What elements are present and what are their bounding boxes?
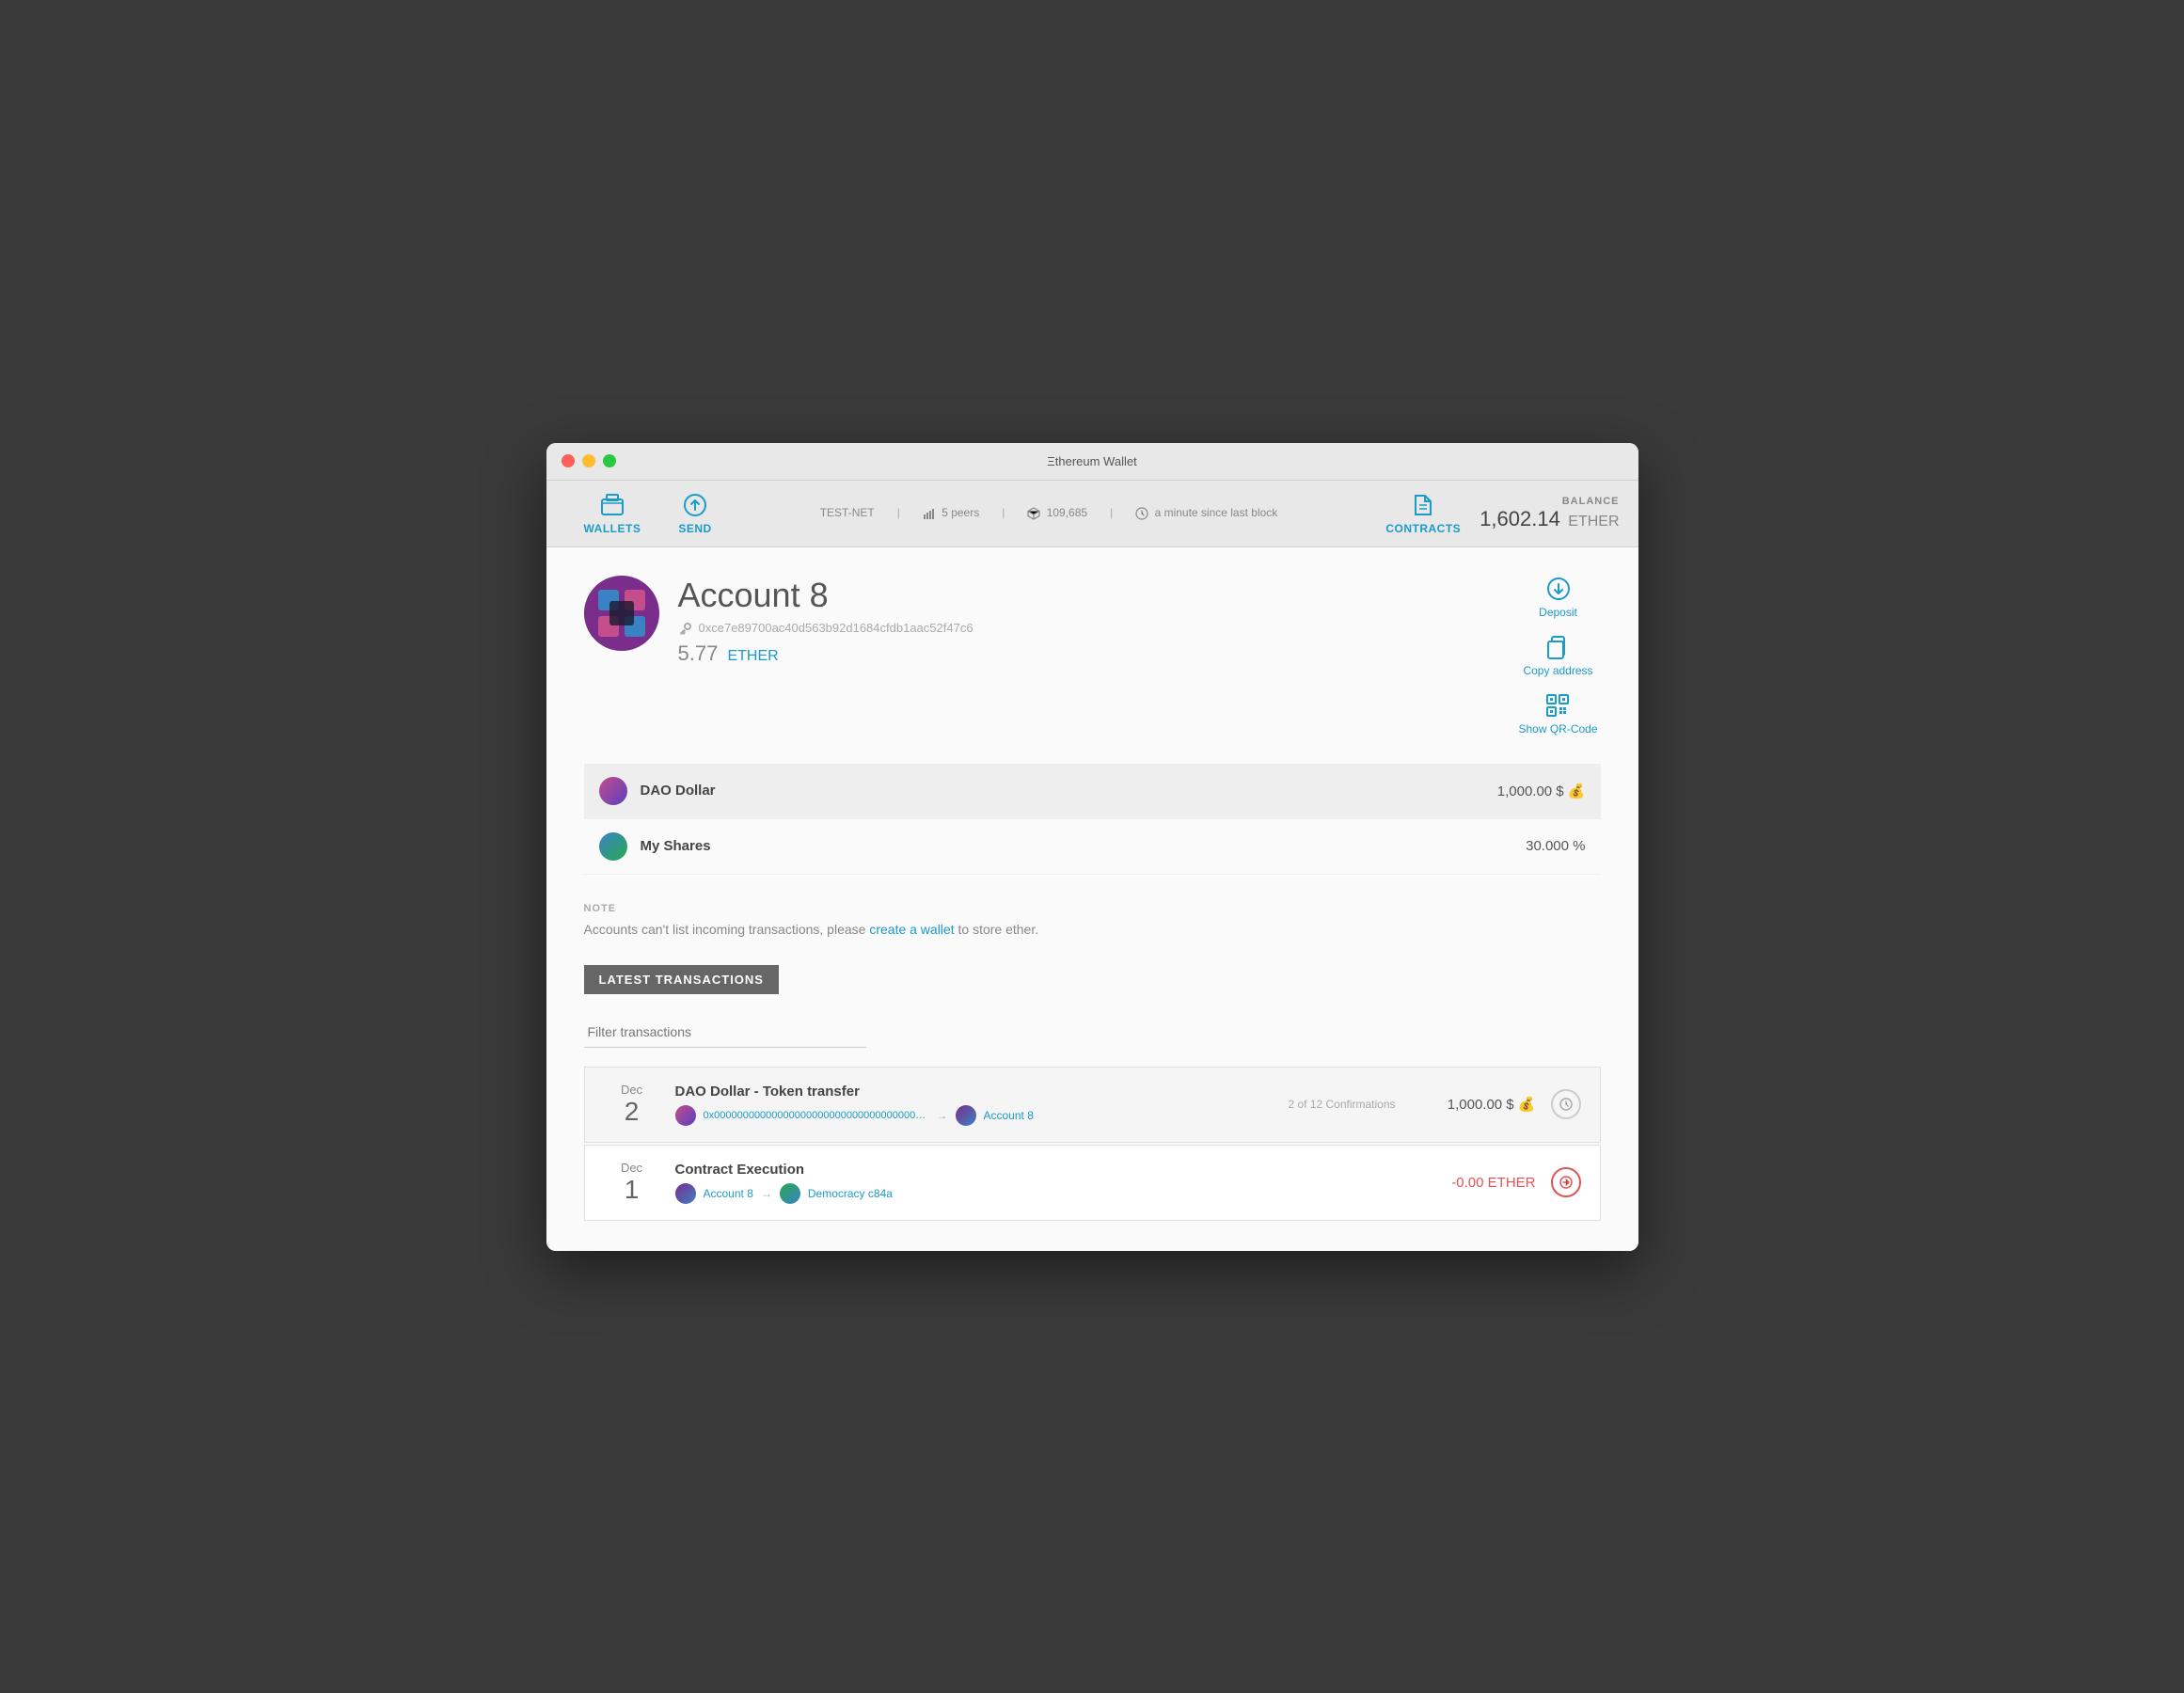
tx-amount-2: -0.00 ETHER: [1423, 1175, 1536, 1191]
create-wallet-link[interactable]: create a wallet: [869, 922, 954, 937]
transaction-row-1: Dec 2 DAO Dollar - Token transfer 0x0000…: [584, 1067, 1601, 1143]
deposit-icon: [1545, 576, 1572, 602]
account-name: Account 8: [678, 576, 1497, 615]
token-row-dao[interactable]: DAO Dollar 1,000.00 $ 💰: [584, 764, 1601, 819]
account-info: Account 8 0xce7e89700ac40d563b92d1684cfd…: [678, 576, 1497, 666]
minimize-button[interactable]: [582, 454, 595, 467]
blocks-icon: [1027, 507, 1040, 520]
peers-count: 5 peers: [923, 506, 979, 520]
close-button[interactable]: [562, 454, 575, 467]
tx-action-button-2[interactable]: [1551, 1167, 1581, 1197]
window-title: Ξthereum Wallet: [1047, 454, 1136, 468]
toolbar: WALLETS SEND TEST-NET | 5 peers |: [546, 481, 1638, 547]
traffic-lights: [546, 454, 616, 467]
note-text: Accounts can't list incoming transaction…: [584, 922, 1601, 937]
titlebar: Ξthereum Wallet: [546, 443, 1638, 481]
tx-to-name-2[interactable]: Democracy c84a: [808, 1187, 893, 1200]
blocks-count: 109,685: [1027, 506, 1087, 520]
dao-dollar-icon: [599, 777, 627, 805]
balance-amount: 1,602.14: [1480, 507, 1560, 530]
main-content: Account 8 0xce7e89700ac40d563b92d1684cfd…: [546, 547, 1638, 1251]
tx-to-icon-2: [780, 1183, 800, 1204]
tx-amount-1: 1,000.00 $ 💰: [1423, 1096, 1536, 1113]
tx-date-2: Dec 1: [604, 1161, 660, 1205]
tx-action-button-1[interactable]: [1551, 1089, 1581, 1119]
note-section: NOTE Accounts can't list incoming transa…: [584, 903, 1601, 937]
balance-label: BALANCE: [1480, 496, 1619, 507]
tx-date-1: Dec 2: [604, 1083, 660, 1127]
last-block: a minute since last block: [1135, 506, 1277, 520]
tx-from-addr-1[interactable]: 0x00000000000000000000000000000000000000…: [704, 1110, 929, 1121]
account-address-text: 0xce7e89700ac40d563b92d1684cfdb1aac52f47…: [699, 621, 973, 635]
key-icon: [678, 621, 693, 636]
filter-transactions-input[interactable]: [584, 1017, 866, 1048]
tx-details-1: DAO Dollar - Token transfer 0x0000000000…: [675, 1084, 1261, 1126]
copy-address-button[interactable]: Copy address: [1523, 634, 1592, 677]
tx-title-1: DAO Dollar - Token transfer: [675, 1084, 1261, 1100]
contracts-icon: [1410, 492, 1436, 518]
tx-from-icon-1: [675, 1105, 696, 1126]
account-header: Account 8 0xce7e89700ac40d563b92d1684cfd…: [584, 576, 1601, 736]
show-qr-button[interactable]: Show QR-Code: [1518, 692, 1597, 736]
signal-icon: [923, 507, 936, 520]
token-amount-dao: 1,000.00 $ 💰: [1497, 783, 1586, 799]
outgoing-icon: [1559, 1175, 1574, 1190]
send-button[interactable]: SEND: [659, 488, 730, 539]
tx-to-icon-1: [956, 1105, 976, 1126]
tx-from-icon-2: [675, 1183, 696, 1204]
account-avatar-image: [584, 576, 659, 651]
network-status: TEST-NET | 5 peers | 109,685: [731, 506, 1368, 520]
token-list: DAO Dollar 1,000.00 $ 💰 My Shares 30.000…: [584, 764, 1601, 875]
token-name-shares: My Shares: [641, 838, 711, 854]
tx-details-2: Contract Execution Account 8 → Democracy…: [675, 1162, 1261, 1204]
balance-currency: ETHER: [1568, 514, 1619, 530]
deposit-button[interactable]: Deposit: [1539, 576, 1577, 619]
note-label: NOTE: [584, 903, 1601, 914]
clock-icon: [1135, 507, 1148, 520]
account-actions: Deposit Copy address: [1516, 576, 1601, 736]
transactions-section: LATEST TRANSACTIONS Dec 2 DAO Dollar - T…: [584, 965, 1601, 1221]
avatar: [584, 576, 659, 651]
token-name-dao: DAO Dollar: [641, 783, 716, 799]
wallets-button[interactable]: WALLETS: [565, 488, 660, 539]
refresh-icon: [1559, 1097, 1574, 1112]
tx-from-name-2[interactable]: Account 8: [704, 1187, 753, 1200]
tx-title-2: Contract Execution: [675, 1162, 1261, 1178]
copy-icon: [1544, 634, 1571, 660]
tx-addresses-1: 0x00000000000000000000000000000000000000…: [675, 1105, 1261, 1126]
transaction-row-2: Dec 1 Contract Execution Account 8 → Dem…: [584, 1145, 1601, 1221]
token-amount-shares: 30.000 %: [1526, 838, 1585, 854]
app-window: Ξthereum Wallet WALLETS SEND TEST-NET |: [546, 443, 1638, 1251]
tx-confirmations-1: 2 of 12 Confirmations: [1276, 1098, 1408, 1111]
balance-display: BALANCE 1,602.14 ETHER: [1480, 496, 1619, 531]
send-icon: [682, 492, 708, 518]
transactions-title: LATEST TRANSACTIONS: [584, 965, 779, 994]
qr-icon: [1544, 692, 1571, 719]
maximize-button[interactable]: [603, 454, 616, 467]
my-shares-icon: [599, 832, 627, 861]
network-name: TEST-NET: [820, 506, 875, 519]
wallets-icon: [599, 492, 625, 518]
contracts-button[interactable]: CONTRACTS: [1367, 488, 1480, 539]
account-balance: 5.77 ETHER: [678, 641, 1497, 666]
tx-addresses-2: Account 8 → Democracy c84a: [675, 1183, 1261, 1204]
tx-to-name-1[interactable]: Account 8: [984, 1109, 1034, 1122]
account-address-row: 0xce7e89700ac40d563b92d1684cfdb1aac52f47…: [678, 621, 1497, 636]
token-row-shares[interactable]: My Shares 30.000 %: [584, 819, 1601, 875]
